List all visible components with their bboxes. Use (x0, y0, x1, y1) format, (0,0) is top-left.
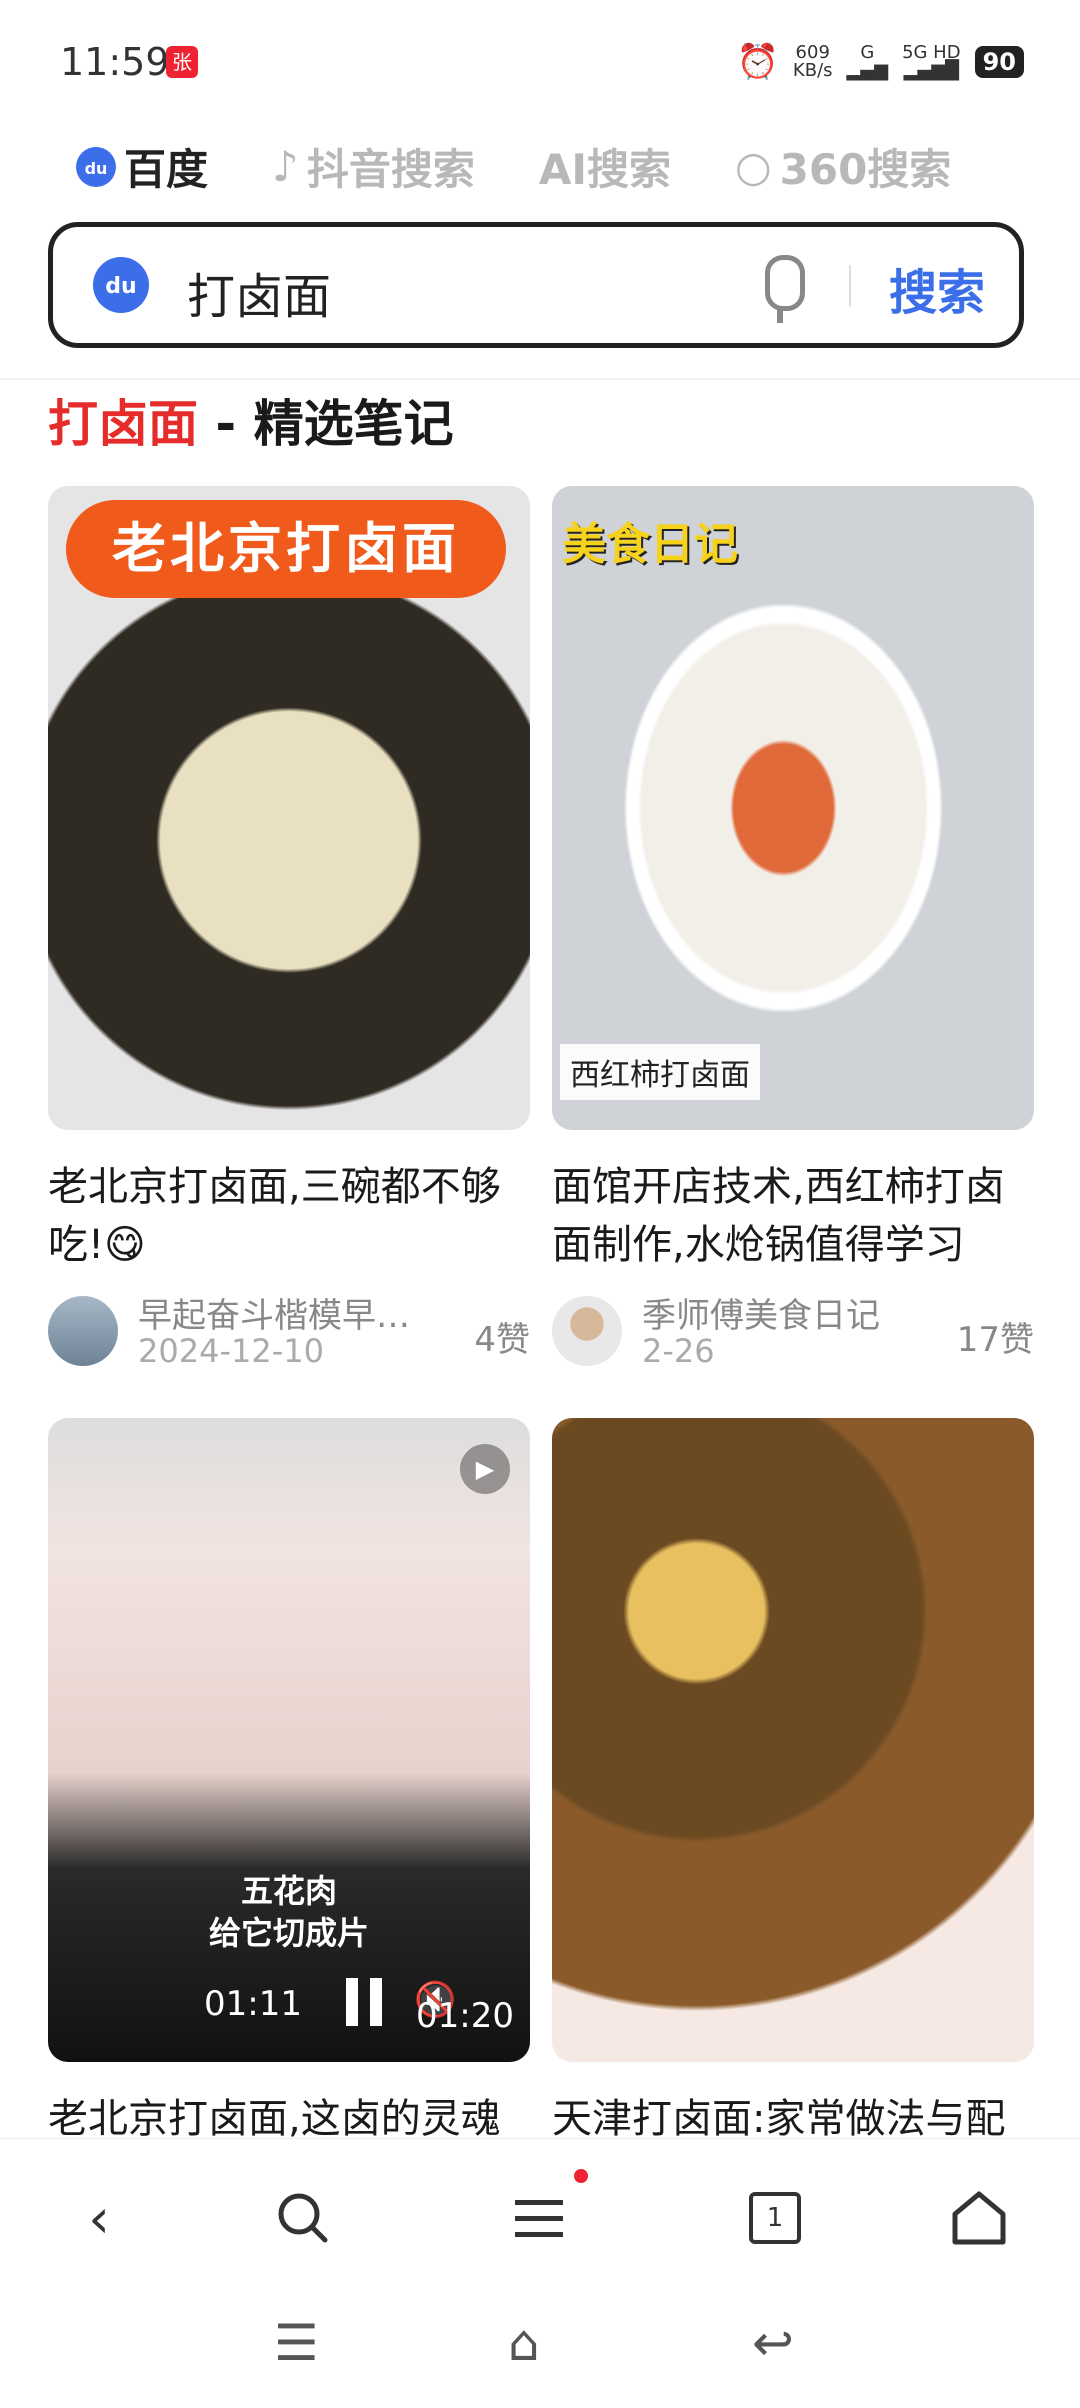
divider (849, 265, 851, 307)
baidu-logo-icon: du (76, 146, 116, 187)
divider (0, 378, 1080, 380)
clock: 11:59 (60, 40, 170, 84)
system-navigation: ☰ ⌂ ↩ (0, 2278, 1080, 2408)
microphone-icon[interactable] (765, 255, 805, 311)
home-icon[interactable]: ⌂ (508, 2314, 540, 2372)
post-date: 2024-12-10 (138, 1332, 324, 1370)
microphone-stem (777, 309, 783, 323)
tab-count: 1 (749, 2192, 801, 2244)
net-speed: 609 KB/s (792, 42, 833, 81)
note-card[interactable]: 老北京打卤面 老北京打卤面,三碗都不够吃!😋 早起奋斗楷模早… 2024-12-… (48, 486, 530, 1370)
video-subtitle: 五花肉 (240, 1872, 337, 1910)
note-card[interactable]: 美食日记 西红柿打卤面 面馆开店技术,西红柿打卤面制作,水炝锅值得学习 季师傅美… (552, 486, 1034, 1370)
play-icon[interactable]: ▶ (460, 1444, 510, 1494)
post-date: 2-26 (642, 1332, 715, 1370)
search-input[interactable]: 打卤面 (187, 257, 331, 327)
status-icons: ⏰ 609 KB/s G ▂▄▆ 5G HD ▂▄▆█ 90 (737, 42, 1024, 82)
section-title: 打卤面 - 精选笔记 (48, 395, 454, 453)
search-button[interactable]: 搜索 (889, 253, 985, 323)
note-thumbnail[interactable]: 美食日记 西红柿打卤面 (552, 486, 1034, 1130)
note-meta: 早起奋斗楷模早… 2024-12-10 4赞 (48, 1288, 530, 1370)
note-card[interactable]: 天津打卤面:家常做法与配 (552, 1418, 1034, 2148)
signal-g: G ▂▄▆ (846, 42, 889, 81)
back-icon[interactable]: ↩ (752, 2314, 794, 2372)
author-name[interactable]: 早起奋斗楷模早… (138, 1288, 438, 1337)
status-bar: 11:59 张 ⏰ 609 KB/s G ▂▄▆ 5G HD ▂▄▆█ 90 (0, 0, 1080, 120)
note-caption[interactable]: 面馆开店技术,西红柿打卤面制作,水炝锅值得学习 (552, 1158, 1034, 1274)
douyin-icon: ♪ (272, 142, 299, 191)
back-icon[interactable]: ‹ (64, 2183, 134, 2253)
video-thumbnail[interactable]: ▶ 五花肉 给它切成片 01:11 🔇 01:20 (48, 1418, 530, 2062)
like-count: 17赞 (956, 1320, 1034, 1360)
tab-ai-search[interactable]: AI搜索 (539, 136, 671, 197)
engine-tabs: du 百度 ♪ 抖音搜索 AI搜索 ○ 360搜索 (76, 136, 951, 197)
note-thumbnail[interactable] (552, 1418, 1034, 2062)
360-icon: ○ (734, 142, 772, 191)
home-icon[interactable] (944, 2183, 1014, 2253)
note-thumbnail[interactable]: 老北京打卤面 (48, 486, 530, 1130)
signal-5g: 5G HD ▂▄▆█ (902, 42, 961, 81)
avatar[interactable] (552, 1296, 622, 1366)
avatar[interactable] (48, 1296, 118, 1366)
search-icon[interactable] (268, 2183, 338, 2253)
tab-douyin[interactable]: ♪ 抖音搜索 (272, 136, 475, 197)
app-notification-icon: 张 (166, 46, 198, 78)
tabs-button[interactable]: 1 (740, 2183, 810, 2253)
tab-360[interactable]: ○ 360搜索 (735, 136, 951, 197)
video-card[interactable]: ▶ 五花肉 给它切成片 01:11 🔇 01:20 老北京打卤面,这卤的灵魂 (48, 1418, 530, 2148)
thumbnail-label: 西红柿打卤面 (560, 1044, 760, 1100)
menu-icon[interactable] (504, 2183, 574, 2253)
recent-apps-icon[interactable]: ☰ (274, 2314, 319, 2372)
like-count: 4赞 (474, 1320, 530, 1360)
alarm-icon: ⏰ (736, 42, 779, 82)
browser-toolbar: ‹ 1 (0, 2138, 1080, 2279)
thumbnail-title-badge: 美食日记 (562, 519, 738, 570)
video-subtitle: 给它切成片 (208, 1914, 369, 1952)
pause-icon[interactable] (346, 1978, 386, 2026)
search-box[interactable]: du 打卤面 搜索 (48, 222, 1024, 348)
note-caption[interactable]: 老北京打卤面,三碗都不够吃!😋 (48, 1158, 530, 1274)
author-name[interactable]: 季师傅美食日记 (642, 1288, 942, 1337)
video-duration: 01:20 (416, 1996, 514, 2036)
tab-baidu[interactable]: du 百度 (76, 136, 208, 197)
thumbnail-title-badge: 老北京打卤面 (66, 500, 506, 598)
note-meta: 季师傅美食日记 2-26 17赞 (552, 1288, 1034, 1370)
video-current-time: 01:11 (204, 1984, 302, 2024)
notification-dot (574, 2169, 588, 2183)
baidu-logo-icon: du (93, 257, 149, 313)
battery-icon: 90 (974, 46, 1024, 78)
